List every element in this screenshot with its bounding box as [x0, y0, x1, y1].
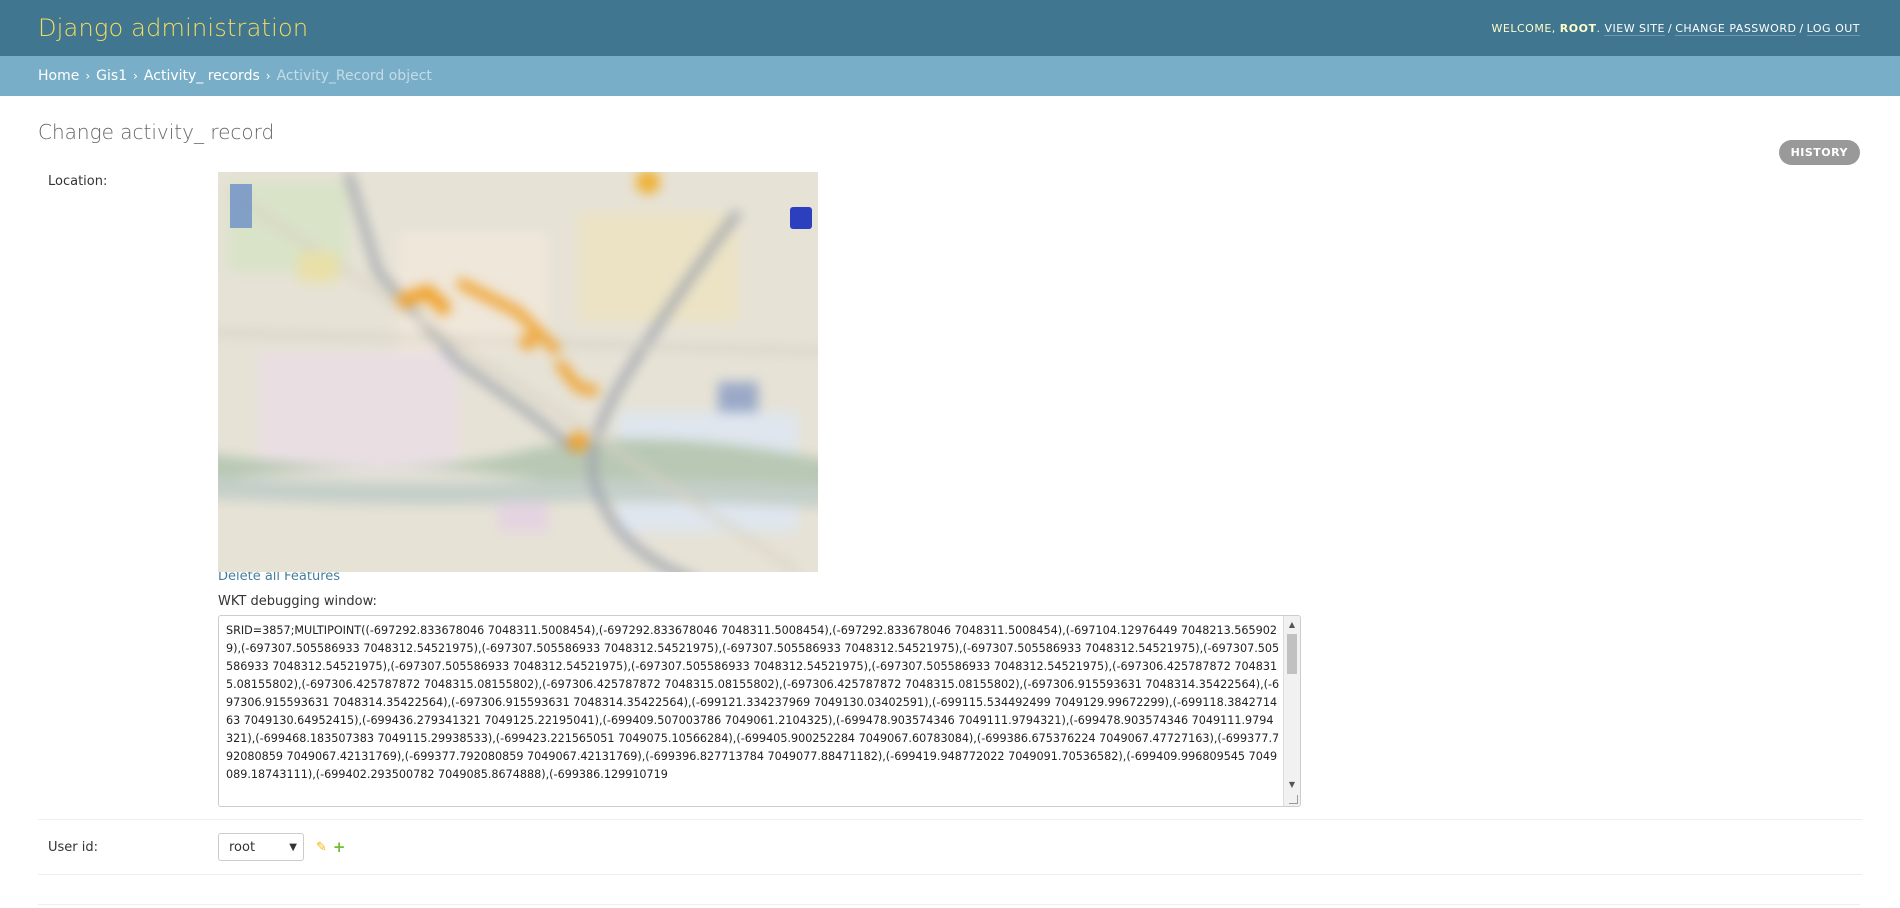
user-id-selected: root	[229, 839, 256, 855]
page-title: Change activity_ record	[38, 120, 275, 144]
breadcrumb-app[interactable]: Gis1	[96, 68, 127, 84]
scroll-thumb[interactable]	[1287, 634, 1297, 674]
user-tools: WELCOME, ROOT. VIEW SITE / CHANGE PASSWORD…	[1491, 21, 1860, 36]
breadcrumb-home[interactable]: Home	[38, 68, 79, 84]
breadcrumb-separator: ›	[265, 69, 271, 83]
user-id-row: User id: root ▼ ✎ +	[38, 820, 1862, 875]
pencil-icon[interactable]: ✎	[316, 840, 327, 855]
map-draw-point-icon[interactable]	[790, 207, 812, 229]
breadcrumb: Home › Gis1 › Activity_ records › Activi…	[0, 56, 1900, 96]
wkt-textarea-value[interactable]: SRID=3857;MULTIPOINT((-697292.833678046 …	[219, 616, 1300, 784]
wkt-scrollbar[interactable]: ▲ ▼	[1283, 616, 1300, 806]
chevron-down-icon: ▼	[289, 841, 297, 853]
scroll-down-icon[interactable]: ▼	[1284, 778, 1300, 792]
location-row: Location: Delete all Features WKT debugg…	[38, 154, 1862, 820]
map-tiles	[218, 172, 818, 572]
main-content: Change activity_ record HISTORY Location…	[0, 120, 1900, 875]
welcome-text: WELCOME,	[1491, 21, 1560, 35]
scroll-up-icon[interactable]: ▲	[1284, 618, 1300, 632]
change-password-link[interactable]: CHANGE PASSWORD	[1675, 21, 1797, 36]
breadcrumb-separator: ›	[133, 69, 138, 83]
site-branding[interactable]: Django administration	[38, 14, 308, 42]
wkt-textarea[interactable]: SRID=3857;MULTIPOINT((-697292.833678046 …	[218, 615, 1301, 807]
wkt-label: WKT debugging window:	[218, 594, 377, 609]
breadcrumb-current: Activity_Record object	[276, 68, 432, 84]
history-button[interactable]: HISTORY	[1778, 140, 1860, 165]
resize-handle-icon[interactable]	[1289, 795, 1298, 804]
location-label: Location:	[48, 174, 108, 189]
divider	[38, 904, 1860, 905]
breadcrumb-model[interactable]: Activity_ records	[144, 68, 260, 84]
breadcrumb-separator: ›	[85, 69, 91, 83]
user-id-select[interactable]: root ▼	[218, 833, 304, 861]
view-site-link[interactable]: VIEW SITE	[1604, 21, 1665, 36]
plus-icon[interactable]: +	[333, 838, 346, 856]
username: ROOT	[1559, 21, 1597, 35]
map-widget[interactable]	[218, 172, 818, 572]
user-id-label: User id:	[48, 839, 99, 855]
map-zoom-control[interactable]	[230, 184, 252, 228]
location-widget: Delete all Features WKT debugging window…	[208, 172, 1301, 807]
log-out-link[interactable]: LOG OUT	[1806, 21, 1860, 36]
header: Django administration WELCOME, ROOT. VIE…	[0, 0, 1900, 56]
